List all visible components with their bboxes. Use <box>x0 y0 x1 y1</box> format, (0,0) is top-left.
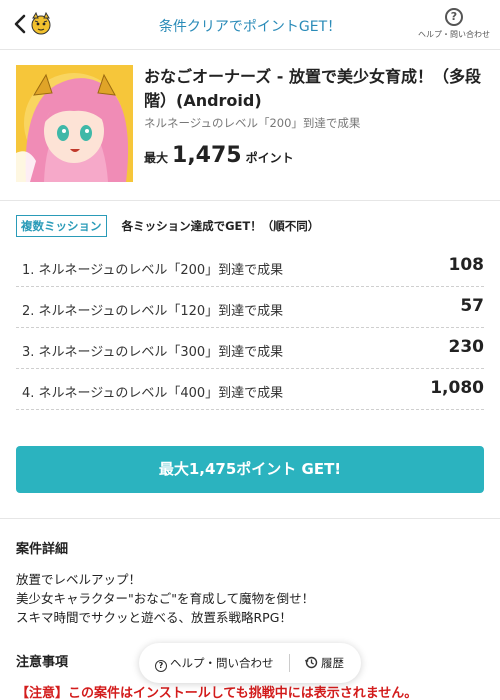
multi-mission-badge: 複数ミッション <box>16 215 107 237</box>
help-label: ヘルプ・問い合わせ <box>418 30 490 39</box>
mission-points: 230 <box>448 337 485 357</box>
max-prefix: 最大 <box>144 151 169 165</box>
app-subtitle: ネルネージュのレベル「200」到達で成果 <box>144 116 361 130</box>
floating-action-bar: ? ヘルプ・問い合わせ 履歴 <box>139 643 361 683</box>
help-icon: ? <box>445 8 463 26</box>
floating-help-button[interactable]: ? ヘルプ・問い合わせ <box>155 655 274 672</box>
max-points: 最大 1,475 ポイント <box>144 143 294 168</box>
details-line: スキマ時間でサクッと遊べる、放置系戦略RPG！ <box>16 610 292 625</box>
mission-row: 4. ネルネージュのレベル「400」到達で成果 1,080 <box>16 369 484 410</box>
details-line: 放置でレベルアップ！ <box>16 572 142 587</box>
details-text: 放置でレベルアップ！ 美少女キャラクター"おなご"を育成して魔物を倒せ！ スキマ… <box>16 570 314 627</box>
app-thumbnail-image <box>16 65 133 182</box>
details-title: 案件詳細 <box>16 542 69 557</box>
floating-help-label: ヘルプ・問い合わせ <box>170 656 274 670</box>
divider <box>0 518 500 519</box>
get-points-button[interactable]: 最大1,475ポイント GET! <box>16 446 484 493</box>
app-info: おなごオーナーズ - 放置で美少女育成！（多段階）(Android) ネルネージ… <box>16 65 486 185</box>
history-icon <box>305 656 318 669</box>
divider <box>0 200 500 201</box>
mission-points: 108 <box>448 255 485 275</box>
mission-list: 1. ネルネージュのレベル「200」到達で成果 108 2. ネルネージュのレベ… <box>16 246 484 410</box>
mission-label: 2. ネルネージュのレベル「120」到達で成果 <box>22 304 284 319</box>
mission-label: 4. ネルネージュのレベル「400」到達で成果 <box>22 386 284 401</box>
mission-note: 各ミッション達成でGET！（順不同） <box>121 219 320 233</box>
mission-header: 複数ミッション 各ミッション達成でGET！（順不同） <box>16 215 319 237</box>
history-label: 履歴 <box>321 656 344 670</box>
warning-text: 【注意】この案件はインストールしても挑戦中には表示されません。 <box>16 686 418 700</box>
details-line: 美少女キャラクター"おなご"を育成して魔物を倒せ！ <box>16 591 315 606</box>
help-icon: ? <box>155 660 167 672</box>
notice-title: 注意事項 <box>16 655 69 670</box>
mission-points: 1,080 <box>430 378 484 398</box>
mission-label: 3. ネルネージュのレベル「300」到達で成果 <box>22 345 284 360</box>
mission-row: 2. ネルネージュのレベル「120」到達で成果 57 <box>16 287 484 328</box>
app-title: おなごオーナーズ - 放置で美少女育成！（多段階）(Android) <box>144 67 481 110</box>
top-header: 条件クリアでポイントGET！ ? ヘルプ・問い合わせ <box>0 0 500 50</box>
floating-divider <box>289 654 290 672</box>
max-points-value: 1,475 <box>172 143 242 168</box>
mission-label: 1. ネルネージュのレベル「200」到達で成果 <box>22 263 284 278</box>
help-button[interactable]: ? ヘルプ・問い合わせ <box>416 8 492 40</box>
points-unit: ポイント <box>245 151 294 165</box>
mission-row: 3. ネルネージュのレベル「300」到達で成果 230 <box>16 328 484 369</box>
history-button[interactable]: 履歴 <box>305 655 344 671</box>
mission-points: 57 <box>460 296 484 316</box>
mission-row: 1. ネルネージュのレベル「200」到達で成果 108 <box>16 246 484 287</box>
